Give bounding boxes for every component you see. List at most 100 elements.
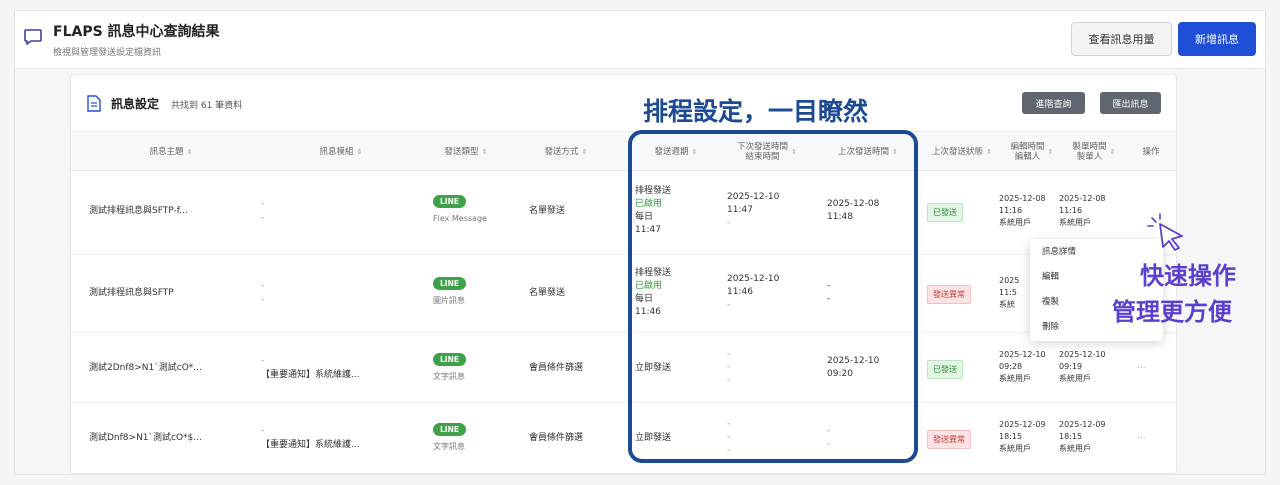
quick-action-callout: 快速操作 管理更方便 [1112, 258, 1236, 326]
table-row[interactable]: 測試排程訊息與SFTP-f... - - LINE Flex Message 名單… [71, 171, 1176, 255]
row-status: 發送異常 [927, 430, 971, 449]
quick-action-line2: 管理更方便 [1112, 298, 1232, 326]
pointer-cursor-icon [1147, 213, 1183, 251]
export-button[interactable]: 匯出訊息 [1100, 92, 1161, 114]
edit-date: 2025-12-10 [999, 350, 1046, 359]
row-template-2: 【重要通知】系統維護... [261, 370, 360, 380]
col-edit[interactable]: 編輯時間 編輯人 ⇕ [1001, 132, 1063, 172]
col-method[interactable]: 發送方式 ⇕ [521, 132, 611, 172]
col-type[interactable]: 發送類型 ⇕ [421, 132, 511, 172]
edit-date: 2025 [999, 276, 1020, 285]
edit-time: 11:5 [999, 288, 1017, 297]
row-type: LINE 文字訊息 [433, 353, 466, 383]
row-format: 文字訊息 [433, 372, 465, 381]
sort-icon: ⇕ [1047, 148, 1054, 156]
status-badge: 發送異常 [927, 430, 971, 449]
row-format: 文字訊息 [433, 442, 465, 451]
col-editor-label: 編輯人 [1014, 152, 1041, 162]
row-template-2: - [261, 213, 265, 223]
new-message-button[interactable]: 新增訊息 [1178, 22, 1256, 56]
create-time: 09:19 [1059, 362, 1083, 371]
row-create: 2025-12-10 09:19 系統用戶 [1059, 349, 1106, 385]
col-create[interactable]: 製單時間 製單人 ⇕ [1063, 132, 1125, 172]
col-subject-label: 訊息主題 [149, 147, 184, 157]
row-method: 名單發送 [529, 206, 566, 216]
row-status: 已發送 [927, 360, 963, 379]
row-status: 已發送 [927, 203, 963, 222]
col-action: 操作 [1131, 132, 1171, 172]
sort-icon: ⇕ [581, 148, 588, 156]
row-template-1: - [261, 356, 265, 366]
row-format: 圖片訊息 [433, 296, 465, 305]
menu-item-delete[interactable]: 刪除 [1042, 320, 1059, 332]
status-badge: 已發送 [927, 360, 963, 379]
editor-name: 系統用戶 [999, 218, 1031, 227]
row-type: LINE 文字訊息 [433, 423, 466, 453]
message-icon [24, 29, 42, 45]
schedule-highlight-box [628, 130, 918, 463]
row-template-1: - [261, 199, 265, 209]
row-method: 會員條件篩選 [529, 363, 584, 373]
result-count: 共找到 61 筆資料 [171, 101, 243, 111]
sort-icon: ⇕ [481, 148, 488, 156]
row-subject[interactable]: 測試排程訊息與SFTP [89, 287, 174, 300]
menu-item-detail[interactable]: 訊息詳情 [1042, 245, 1076, 257]
row-template-1: - [261, 281, 265, 291]
line-badge: LINE [433, 353, 466, 366]
create-time: 18:15 [1059, 432, 1083, 441]
row-edit: 2025 11:5 系統 [999, 275, 1019, 311]
page-subtitle: 檢視與管理發送設定檔資訊 [53, 48, 162, 58]
edit-date: 2025-12-09 [999, 420, 1046, 429]
row-status: 發送異常 [927, 285, 971, 304]
col-status-label: 上次發送狀態 [932, 147, 984, 157]
creator-name: 系統用戶 [1059, 218, 1091, 227]
editor-name: 系統用戶 [999, 374, 1031, 383]
row-actions-button[interactable]: ... [1137, 430, 1146, 443]
card-header: 訊息設定 共找到 61 筆資料 進階查詢 匯出訊息 [71, 75, 1176, 131]
advanced-search-button[interactable]: 進階查詢 [1022, 92, 1085, 114]
editor-name: 系統 [999, 300, 1015, 309]
row-subject[interactable]: 測試2Dnf8>N1`測試cO*... [89, 362, 202, 375]
row-edit: 2025-12-10 09:28 系統用戶 [999, 349, 1046, 385]
col-template-label: 訊息模組 [319, 147, 354, 157]
row-subject[interactable]: 測試Dnf8>N1`測試cO*$... [89, 432, 202, 445]
table-row[interactable]: 測試Dnf8>N1`測試cO*$... - 【重要通知】系統維護... LINE… [71, 403, 1176, 475]
col-method-label: 發送方式 [544, 147, 579, 157]
col-last-status[interactable]: 上次發送狀態 ⇕ [923, 132, 1001, 172]
edit-time: 09:28 [999, 362, 1023, 371]
col-create-label: 製單時間 [1072, 142, 1107, 152]
row-subject[interactable]: 測試排程訊息與SFTP-f... [89, 205, 188, 218]
table-row[interactable]: 測試排程訊息與SFTP - - LINE 圖片訊息 名單發送 排程發送 已啟用 每… [71, 255, 1176, 333]
menu-item-copy[interactable]: 複製 [1042, 295, 1059, 307]
edit-time: 18:15 [999, 432, 1023, 441]
col-subject[interactable]: 訊息主題 ⇕ [111, 132, 231, 172]
row-actions-button[interactable]: ... [1137, 360, 1146, 373]
create-date: 2025-12-09 [1059, 420, 1106, 429]
table-row[interactable]: 測試2Dnf8>N1`測試cO*... - 【重要通知】系統維護... LINE… [71, 333, 1176, 403]
edit-date: 2025-12-08 [999, 194, 1046, 203]
row-format: Flex Message [433, 214, 487, 223]
schedule-callout: 排程設定，一目瞭然 [643, 97, 869, 126]
col-creator-label: 製單人 [1076, 152, 1103, 162]
sort-icon: ⇕ [186, 148, 193, 156]
col-action-label: 操作 [1142, 147, 1160, 157]
status-badge: 發送異常 [927, 285, 971, 304]
col-edit-label: 編輯時間 [1010, 142, 1045, 152]
creator-name: 系統用戶 [1059, 374, 1091, 383]
row-template-1: - [261, 426, 265, 436]
row-edit: 2025-12-08 11:16 系統用戶 [999, 193, 1046, 229]
status-badge: 已發送 [927, 203, 963, 222]
row-type: LINE 圖片訊息 [433, 277, 466, 307]
card-title: 訊息設定 [111, 97, 160, 111]
line-badge: LINE [433, 423, 466, 436]
row-create: 2025-12-09 18:15 系統用戶 [1059, 419, 1106, 455]
menu-item-edit[interactable]: 編輯 [1042, 270, 1059, 282]
top-header: FLAPS 訊息中心查詢結果 檢視與管理發送設定檔資訊 查看訊息用量 新增訊息 [15, 11, 1265, 69]
create-date: 2025-12-08 [1059, 194, 1106, 203]
view-usage-button[interactable]: 查看訊息用量 [1071, 22, 1172, 56]
create-date: 2025-12-10 [1059, 350, 1106, 359]
row-method: 名單發送 [529, 288, 566, 298]
document-icon [87, 95, 101, 112]
sort-icon: ⇕ [356, 148, 363, 156]
col-template[interactable]: 訊息模組 ⇕ [281, 132, 401, 172]
